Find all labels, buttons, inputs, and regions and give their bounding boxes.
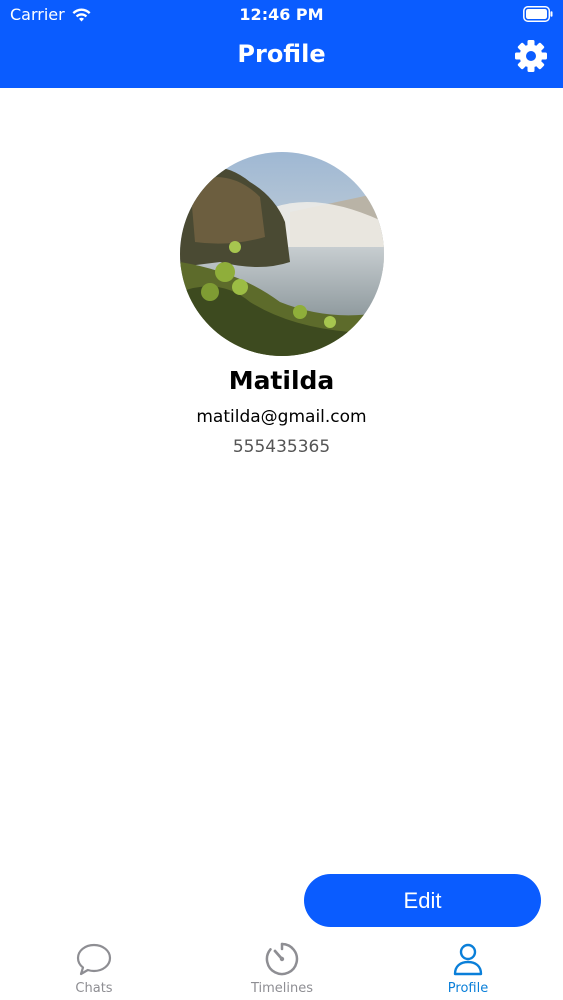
top-bar: Carrier 12:46 PM Profile bbox=[0, 0, 563, 88]
profile-email: matilda@gmail.com bbox=[196, 407, 367, 427]
battery-icon bbox=[523, 6, 553, 22]
person-icon bbox=[453, 943, 483, 976]
profile-screen: Carrier 12:46 PM Profile Matilda matilda… bbox=[0, 0, 563, 1000]
edit-button[interactable]: Edit bbox=[304, 874, 541, 927]
timer-icon bbox=[265, 942, 299, 976]
profile-phone: 555435365 bbox=[232, 437, 331, 457]
tab-profile-label: Profile bbox=[447, 981, 489, 996]
tab-chats[interactable]: Chats bbox=[34, 941, 154, 999]
profile-name: Matilda bbox=[228, 366, 335, 395]
tab-timelines[interactable]: Timelines bbox=[222, 941, 342, 999]
status-time: 12:46 PM bbox=[239, 5, 324, 24]
avatar bbox=[180, 152, 384, 356]
status-bar: Carrier 12:46 PM bbox=[0, 0, 563, 30]
avatar-photo bbox=[180, 152, 384, 356]
tab-bar: Chats Timelines Profile bbox=[0, 935, 563, 1000]
settings-gear-icon[interactable] bbox=[513, 38, 549, 74]
tab-timelines-label: Timelines bbox=[250, 981, 314, 996]
speech-bubble-icon bbox=[76, 943, 112, 976]
tab-profile[interactable]: Profile bbox=[408, 941, 528, 999]
tab-chats-label: Chats bbox=[75, 981, 113, 996]
page-title: Profile bbox=[237, 40, 326, 68]
